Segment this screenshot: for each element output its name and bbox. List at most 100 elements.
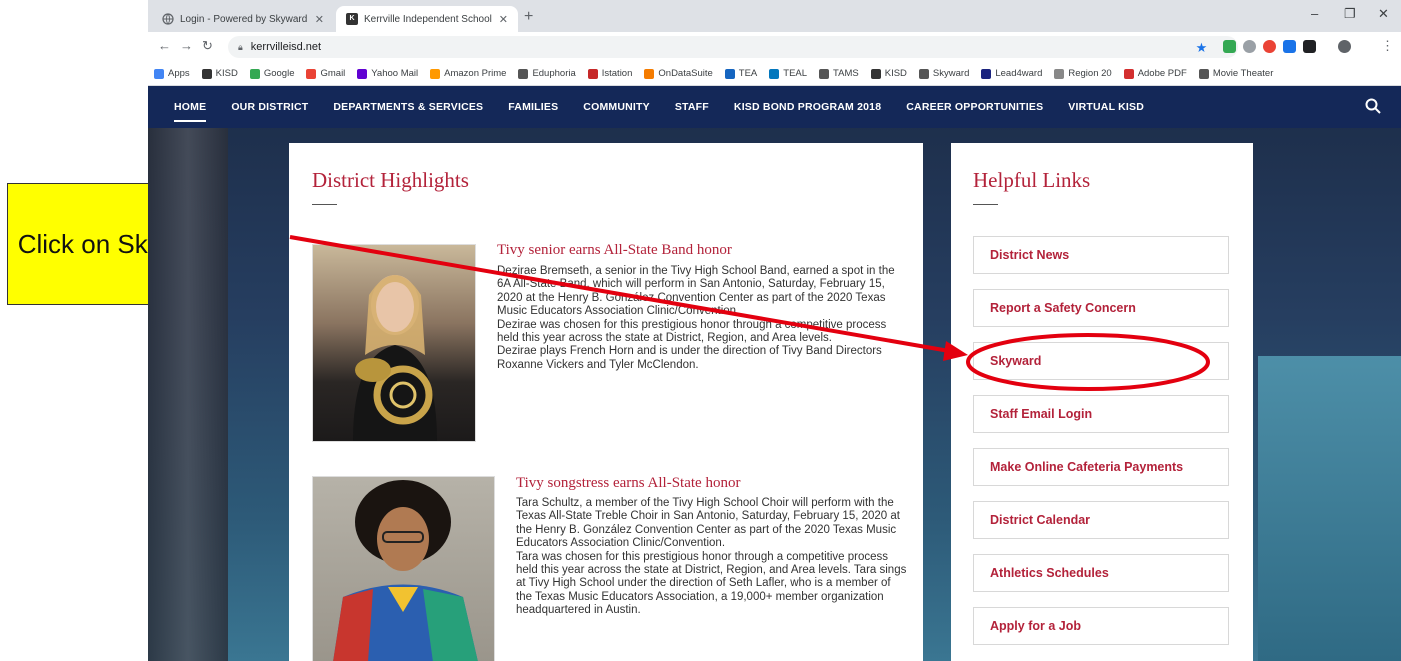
globe-icon	[162, 13, 174, 25]
bookmark-item[interactable]: Adobe PDF	[1123, 68, 1187, 79]
bookmark-item[interactable]: TEAL	[769, 68, 807, 79]
web-page: HOME OUR DISTRICT DEPARTMENTS & SERVICES…	[148, 86, 1401, 661]
bookmark-label: Eduphoria	[532, 68, 576, 79]
bookmark-star-icon[interactable]: ★	[1195, 41, 1208, 54]
bookmark-favicon-icon	[1123, 68, 1134, 79]
bookmark-item[interactable]: Lead4ward	[981, 68, 1042, 79]
bookmark-favicon-icon	[724, 68, 735, 79]
nav-virtual-kisd[interactable]: VIRTUAL KISD	[1068, 101, 1144, 113]
profile-icon[interactable]	[1338, 40, 1351, 53]
nav-bond-program[interactable]: KISD BOND PROGRAM 2018	[734, 101, 881, 113]
search-icon[interactable]	[1365, 98, 1381, 119]
link-district-news[interactable]: District News	[973, 236, 1229, 274]
bookmark-item[interactable]: Amazon Prime	[430, 68, 506, 79]
new-tab-button[interactable]: +	[524, 8, 533, 26]
maximize-button[interactable]: ❐	[1344, 6, 1356, 22]
back-arrow-icon[interactable]: ←	[158, 38, 171, 53]
browser-window: Login - Powered by Skyward ✕ K Kerrville…	[148, 0, 1401, 661]
tab-title: Login - Powered by Skyward	[180, 13, 308, 25]
bookmark-label: TEAL	[783, 68, 808, 79]
address-bar-row: ← → ↻ 🔒︎ kerrvilleisd.net ★ ⋮	[148, 32, 1401, 62]
menu-dots-icon[interactable]: ⋮	[1381, 38, 1394, 54]
tab-bar: Login - Powered by Skyward ✕ K Kerrville…	[148, 0, 1401, 32]
link-athletics-schedules[interactable]: Athletics Schedules	[973, 554, 1229, 592]
bookmark-item[interactable]: Google	[249, 68, 294, 79]
nav-community[interactable]: COMMUNITY	[583, 101, 650, 113]
link-cafeteria-payments[interactable]: Make Online Cafeteria Payments	[973, 448, 1229, 486]
bookmark-favicon-icon	[1198, 68, 1209, 79]
bookmark-favicon-icon	[644, 68, 655, 79]
helpful-links-title: Helpful Links	[973, 168, 1091, 192]
reload-icon[interactable]: ↻	[202, 38, 213, 54]
bookmark-label: Adobe PDF	[1137, 68, 1187, 79]
extension-icon[interactable]	[1243, 40, 1256, 53]
choir-student-photo	[312, 476, 495, 661]
link-skyward[interactable]: Skyward	[973, 342, 1229, 380]
bookmark-favicon-icon	[249, 68, 260, 79]
tab-skyward-login[interactable]: Login - Powered by Skyward ✕	[152, 6, 334, 32]
kisd-favicon-icon: K	[346, 13, 358, 25]
article-headline[interactable]: Tivy songstress earns All-State honor	[516, 475, 740, 492]
bookmark-item[interactable]: Yahoo Mail	[357, 68, 418, 79]
bookmark-label: Amazon Prime	[444, 68, 507, 79]
bookmark-item[interactable]: TEA	[724, 68, 758, 79]
close-tab-icon[interactable]: ✕	[315, 13, 324, 26]
bookmark-item[interactable]: Apps	[154, 68, 190, 79]
nav-families[interactable]: FAMILIES	[508, 101, 558, 113]
bookmark-label: Gmail	[320, 68, 346, 79]
background-water	[1258, 356, 1401, 661]
background-tree	[148, 126, 228, 661]
title-divider	[973, 204, 998, 205]
nav-career-opportunities[interactable]: CAREER OPPORTUNITIES	[906, 101, 1043, 113]
url-field[interactable]: 🔒︎ kerrvilleisd.net	[228, 36, 1238, 58]
close-window-button[interactable]: ✕	[1378, 6, 1389, 22]
bookmark-label: TEA	[738, 68, 758, 79]
title-divider	[312, 204, 337, 205]
extension-icon[interactable]	[1223, 40, 1236, 53]
nav-staff[interactable]: STAFF	[675, 101, 709, 113]
bookmark-item[interactable]: KISD	[201, 68, 238, 79]
band-student-photo	[312, 244, 476, 442]
link-report-safety-concern[interactable]: Report a Safety Concern	[973, 289, 1229, 327]
bookmark-favicon-icon	[154, 68, 164, 79]
bookmark-label: Istation	[601, 68, 633, 79]
close-tab-icon[interactable]: ✕	[499, 13, 508, 26]
bookmark-favicon-icon	[587, 68, 598, 79]
tab-kisd[interactable]: K Kerrville Independent School Di... ✕	[336, 6, 518, 32]
bookmark-favicon-icon	[201, 68, 212, 79]
bookmark-item[interactable]: Eduphoria	[518, 68, 576, 79]
bookmark-favicon-icon	[819, 68, 830, 79]
opera-icon[interactable]	[1263, 40, 1276, 53]
bookmark-label: Yahoo Mail	[371, 68, 419, 79]
lock-icon: 🔒︎	[238, 41, 243, 52]
nav-home[interactable]: HOME	[174, 101, 207, 122]
bookmark-label: Region 20	[1068, 68, 1112, 79]
extension-icon[interactable]	[1283, 40, 1296, 53]
bookmark-item[interactable]: TAMS	[819, 68, 859, 79]
helpful-links-card: Helpful Links District News Report a Saf…	[951, 143, 1253, 661]
bookmark-favicon-icon	[1054, 68, 1065, 79]
bookmark-item[interactable]: OnDataSuite	[644, 68, 713, 79]
bookmark-favicon-icon	[769, 68, 780, 79]
nav-departments-services[interactable]: DEPARTMENTS & SERVICES	[333, 101, 483, 113]
forward-arrow-icon[interactable]: →	[180, 38, 193, 53]
link-apply-for-job[interactable]: Apply for a Job	[973, 607, 1229, 645]
bookmark-item[interactable]: Istation	[587, 68, 633, 79]
bookmark-label: Skyward	[932, 68, 970, 79]
extension-icon[interactable]	[1303, 40, 1316, 53]
link-staff-email-login[interactable]: Staff Email Login	[973, 395, 1229, 433]
bookmark-favicon-icon	[430, 68, 441, 79]
bookmark-item[interactable]: Movie Theater	[1198, 68, 1273, 79]
article-body: Dezirae Bremseth, a senior in the Tivy H…	[497, 265, 895, 371]
bookmark-favicon-icon	[306, 68, 317, 79]
bookmarks-bar: Apps KISD Google Gmail Yahoo Mail Amazon Prim…	[148, 62, 1401, 86]
bookmark-item[interactable]: Region 20	[1054, 68, 1112, 79]
nav-our-district[interactable]: OUR DISTRICT	[231, 101, 308, 113]
bookmark-favicon-icon	[518, 68, 529, 79]
minimize-button[interactable]: –	[1311, 6, 1318, 21]
bookmark-item[interactable]: Gmail	[306, 68, 345, 79]
bookmark-item[interactable]: KISD	[870, 68, 907, 79]
bookmark-item[interactable]: Skyward	[918, 68, 970, 79]
article-headline[interactable]: Tivy senior earns All-State Band honor	[497, 242, 732, 259]
link-district-calendar[interactable]: District Calendar	[973, 501, 1229, 539]
